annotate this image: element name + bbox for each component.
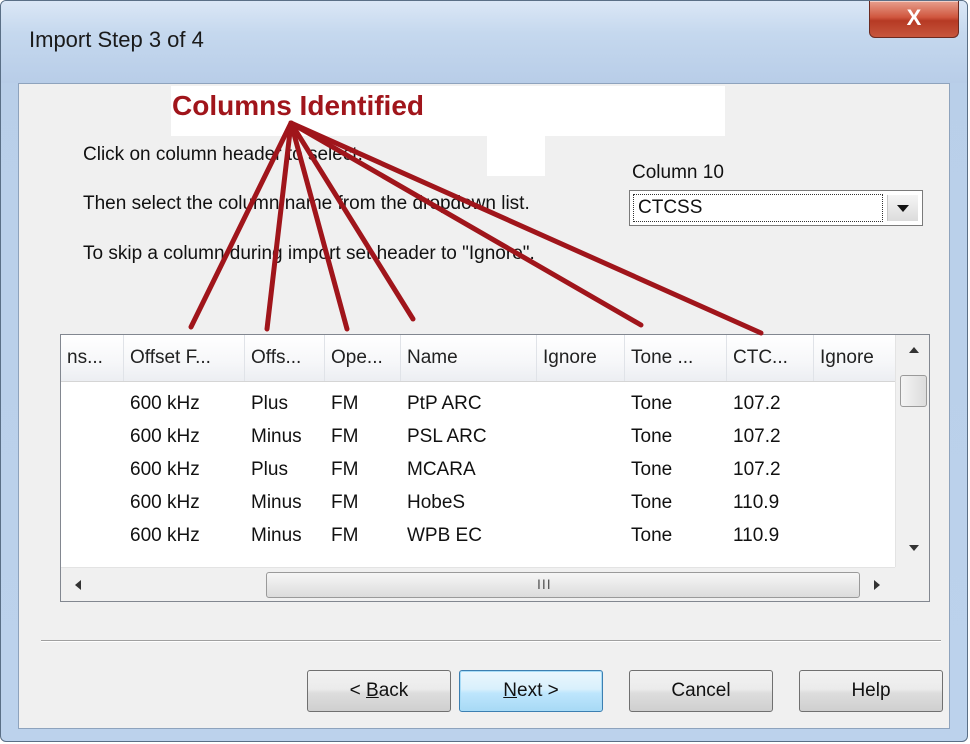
table-row[interactable]: 600 kHz Plus FM PtP ARC Tone 107.2 <box>61 387 896 420</box>
cell-name: PSL ARC <box>407 426 487 447</box>
button-separator <box>41 640 941 642</box>
help-label: Help <box>851 680 891 701</box>
vertical-scrollbar[interactable] <box>895 335 929 567</box>
annotation-patch <box>487 124 545 176</box>
cell-tone: Tone <box>631 525 673 546</box>
cell-mode: FM <box>331 459 359 480</box>
window-title: Import Step 3 of 4 <box>29 27 204 52</box>
cell-name: WPB EC <box>407 525 482 546</box>
table-row[interactable]: 600 kHz Plus FM MCARA Tone 107.2 <box>61 453 896 486</box>
instruction-select-name: Then select the column name from the dro… <box>83 193 530 214</box>
next-accel: N <box>503 680 517 701</box>
instruction-skip-column: To skip a column during import set heade… <box>83 243 535 264</box>
column-name-dropdown[interactable]: CTCSS <box>629 190 923 226</box>
instruction-click-header: Click on column header to select. <box>83 144 363 165</box>
cell-offset-dir: Minus <box>251 525 302 546</box>
scroll-right-icon[interactable] <box>874 580 880 590</box>
column-header[interactable]: ns... <box>61 335 124 381</box>
chevron-down-icon[interactable] <box>887 195 918 221</box>
cell-ctcss: 110.9 <box>733 492 780 513</box>
scroll-down-icon[interactable] <box>909 545 919 551</box>
table-row[interactable]: 600 kHz Minus FM HobeS Tone 110.9 <box>61 486 896 519</box>
dropdown-selected-value: CTCSS <box>633 194 883 222</box>
next-button[interactable]: Next > <box>459 670 603 712</box>
cell-mode: FM <box>331 525 359 546</box>
cancel-button[interactable]: Cancel <box>629 670 773 712</box>
cell-mode: FM <box>331 393 359 414</box>
cell-offset-freq: 600 kHz <box>130 492 200 513</box>
cell-tone: Tone <box>631 426 673 447</box>
grid-header: ns... Offset F... Offs... Ope... Name Ig… <box>61 335 896 382</box>
back-prefix: < <box>349 680 367 701</box>
column-header[interactable]: Ope... <box>325 335 401 381</box>
help-button[interactable]: Help <box>799 670 943 712</box>
column-header[interactable]: Ignore <box>814 335 896 381</box>
scroll-grip-icon: III <box>537 576 552 592</box>
cell-offset-freq: 600 kHz <box>130 426 200 447</box>
next-label: ext > <box>517 680 559 701</box>
column-header[interactable]: Ignore <box>537 335 625 381</box>
close-icon: X <box>906 5 922 30</box>
horizontal-scroll-thumb[interactable]: III <box>266 572 860 598</box>
cell-ctcss: 107.2 <box>733 459 781 480</box>
cell-mode: FM <box>331 492 359 513</box>
column-number-label: Column 10 <box>632 162 724 183</box>
horizontal-scrollbar[interactable]: III <box>61 567 896 601</box>
cell-name: HobeS <box>407 492 466 513</box>
cell-offset-dir: Minus <box>251 492 302 513</box>
cell-offset-freq: 600 kHz <box>130 393 200 414</box>
title-bar: Import Step 3 of 4 X <box>1 1 967 83</box>
table-row[interactable]: 600 kHz Minus FM PSL ARC Tone 107.2 <box>61 420 896 453</box>
back-label: ack <box>378 680 409 701</box>
import-dialog-window: Import Step 3 of 4 X Columns Identified … <box>0 0 968 742</box>
scroll-left-icon[interactable] <box>75 580 81 590</box>
annotation-text: Columns Identified <box>172 90 424 121</box>
dialog-body: Columns Identified Click on column heade… <box>18 83 950 729</box>
back-accel: B <box>366 680 379 701</box>
cell-name: PtP ARC <box>407 393 482 414</box>
cell-offset-dir: Minus <box>251 426 302 447</box>
cell-offset-freq: 600 kHz <box>130 525 200 546</box>
cell-mode: FM <box>331 426 359 447</box>
column-header[interactable]: Name <box>401 335 537 381</box>
column-header[interactable]: CTC... <box>727 335 814 381</box>
column-header[interactable]: Offs... <box>245 335 325 381</box>
vertical-scroll-thumb[interactable] <box>900 375 927 407</box>
cell-offset-freq: 600 kHz <box>130 459 200 480</box>
scrollbar-corner <box>895 567 929 601</box>
close-button[interactable]: X <box>869 1 959 38</box>
cell-tone: Tone <box>631 393 673 414</box>
import-data-grid: ns... Offset F... Offs... Ope... Name Ig… <box>60 334 930 602</box>
cancel-label: Cancel <box>671 680 731 701</box>
cell-offset-dir: Plus <box>251 459 288 480</box>
cell-tone: Tone <box>631 459 673 480</box>
cell-name: MCARA <box>407 459 476 480</box>
cell-offset-dir: Plus <box>251 393 288 414</box>
column-header[interactable]: Tone ... <box>625 335 727 381</box>
table-row[interactable]: 600 kHz Minus FM WPB EC Tone 110.9 <box>61 519 896 552</box>
scroll-up-icon[interactable] <box>909 347 919 353</box>
cell-ctcss: 107.2 <box>733 393 781 414</box>
annotation-heading: Columns Identified <box>171 86 725 136</box>
back-button[interactable]: < Back <box>307 670 451 712</box>
cell-ctcss: 110.9 <box>733 525 780 546</box>
cell-tone: Tone <box>631 492 673 513</box>
cell-ctcss: 107.2 <box>733 426 781 447</box>
column-header[interactable]: Offset F... <box>124 335 245 381</box>
